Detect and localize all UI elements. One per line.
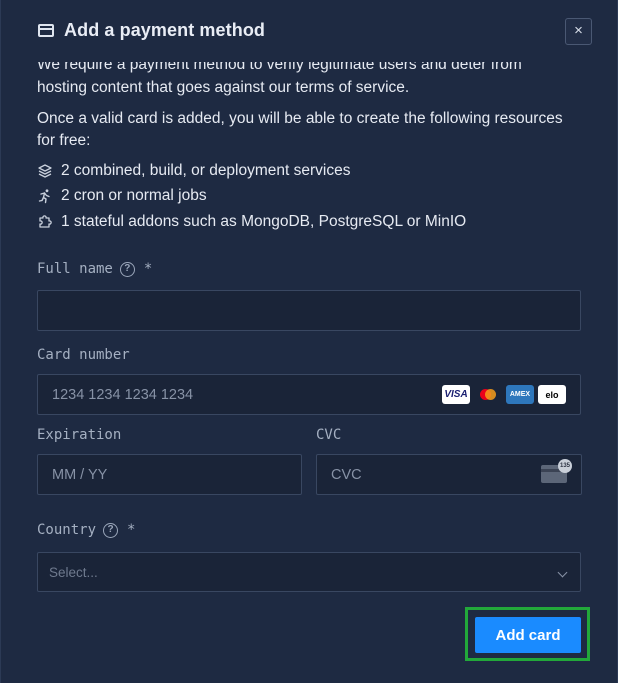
- resource-item-text: 1 stateful addons such as MongoDB, Postg…: [61, 213, 467, 230]
- resource-item-jobs: 2 cron or normal jobs: [37, 186, 207, 206]
- help-icon[interactable]: ?: [119, 261, 135, 277]
- full-name-label-text: Full name: [37, 261, 113, 277]
- country-placeholder: Select...: [49, 564, 98, 580]
- puzzle-icon: [39, 215, 52, 228]
- country-label-text: Country: [37, 522, 97, 538]
- cvc-input[interactable]: CVC 135: [316, 454, 582, 495]
- required-marker: *: [143, 261, 153, 277]
- cvc-placeholder: CVC: [331, 466, 362, 483]
- elo-icon: elo: [538, 385, 566, 404]
- required-marker: *: [127, 522, 136, 538]
- expiration-placeholder: MM / YY: [52, 466, 108, 483]
- card-number-label: Card number: [37, 347, 130, 363]
- resource-item-text: 2 combined, build, or deployment service…: [61, 162, 351, 179]
- full-name-input[interactable]: [37, 290, 581, 331]
- mastercard-icon: [474, 385, 502, 404]
- visa-icon: VISA: [442, 385, 470, 404]
- resources-intro-text: Once a valid card is added, you will be …: [37, 110, 563, 149]
- resource-item-addons: 1 stateful addons such as MongoDB, Postg…: [37, 212, 466, 232]
- cvc-icon-text: 135: [558, 459, 572, 473]
- country-select[interactable]: Select...: [37, 552, 581, 592]
- chevron-down-icon: [557, 567, 568, 578]
- card-number-input[interactable]: 1234 1234 1234 1234 VISA AMEX elo: [37, 374, 581, 415]
- close-button[interactable]: ×: [565, 18, 592, 45]
- dialog-header: Add a payment method ×: [1, 0, 617, 62]
- add-card-button[interactable]: Add card: [475, 617, 581, 653]
- expiration-label: Expiration: [37, 427, 122, 443]
- full-name-label: Full name ? *: [37, 261, 152, 277]
- payment-method-dialog: Add a payment method × We require a paym…: [0, 0, 618, 683]
- amex-icon: AMEX: [506, 385, 534, 404]
- runner-icon: [38, 189, 50, 204]
- help-icon[interactable]: ?: [103, 522, 119, 538]
- cvc-card-icon: 135: [541, 459, 572, 483]
- resource-item-text: 2 cron or normal jobs: [61, 187, 207, 204]
- card-number-placeholder: 1234 1234 1234 1234: [52, 386, 194, 403]
- country-label: Country ? *: [37, 522, 135, 538]
- card-brands: VISA AMEX elo: [442, 385, 566, 404]
- intro-text-line-2: hosting content that goes against our te…: [37, 79, 410, 96]
- dialog-title: Add a payment method: [64, 20, 266, 40]
- resource-item-services: 2 combined, build, or deployment service…: [37, 161, 350, 181]
- layers-icon: [38, 164, 52, 178]
- credit-card-icon: [38, 24, 54, 37]
- cvc-label: CVC: [316, 427, 342, 443]
- expiration-input[interactable]: MM / YY: [37, 454, 302, 495]
